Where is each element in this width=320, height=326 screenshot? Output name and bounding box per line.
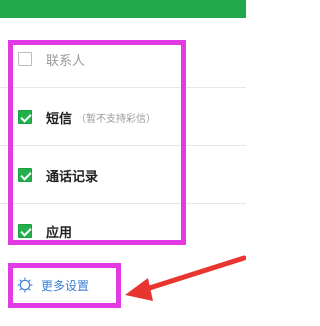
highlight-box-sync-options [8,40,186,245]
red-arrow-icon [125,255,246,301]
top-green-bar [0,0,246,18]
highlight-box-more-settings [8,263,121,308]
